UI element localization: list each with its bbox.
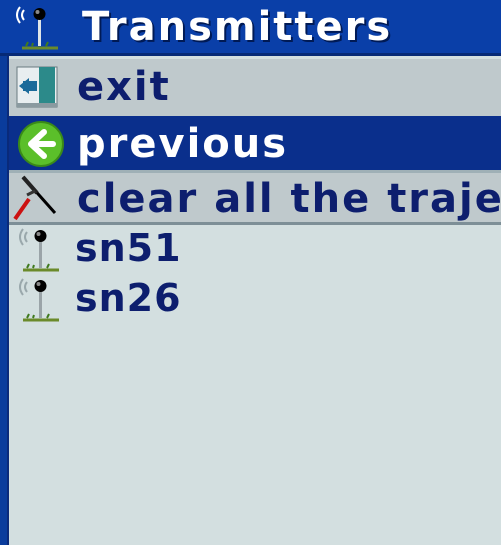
previous-label: previous (77, 121, 289, 167)
exit-menu-item[interactable]: exit (9, 59, 501, 116)
list-item[interactable]: sn51 (9, 220, 501, 276)
list-item[interactable]: sn26 (9, 270, 501, 326)
transmitter-label: sn26 (75, 276, 182, 320)
antenna-icon (19, 278, 59, 322)
clear-trajectories-menu-item[interactable]: clear all the trajectories (9, 170, 501, 224)
exit-door-icon (16, 66, 58, 108)
antenna-icon (19, 228, 59, 272)
previous-menu-item[interactable]: previous (9, 116, 501, 173)
transmitter-label: sn51 (75, 226, 182, 270)
antenna-icon (16, 6, 58, 50)
broom-icon (13, 175, 57, 221)
title-bar: Transmitters (0, 0, 501, 56)
back-arrow-icon (18, 121, 64, 167)
exit-label: exit (77, 64, 171, 110)
clear-label: clear all the trajectories (77, 176, 501, 222)
app-frame: Transmitters exit previous clear all the… (0, 0, 501, 545)
window-title: Transmitters (82, 4, 393, 50)
